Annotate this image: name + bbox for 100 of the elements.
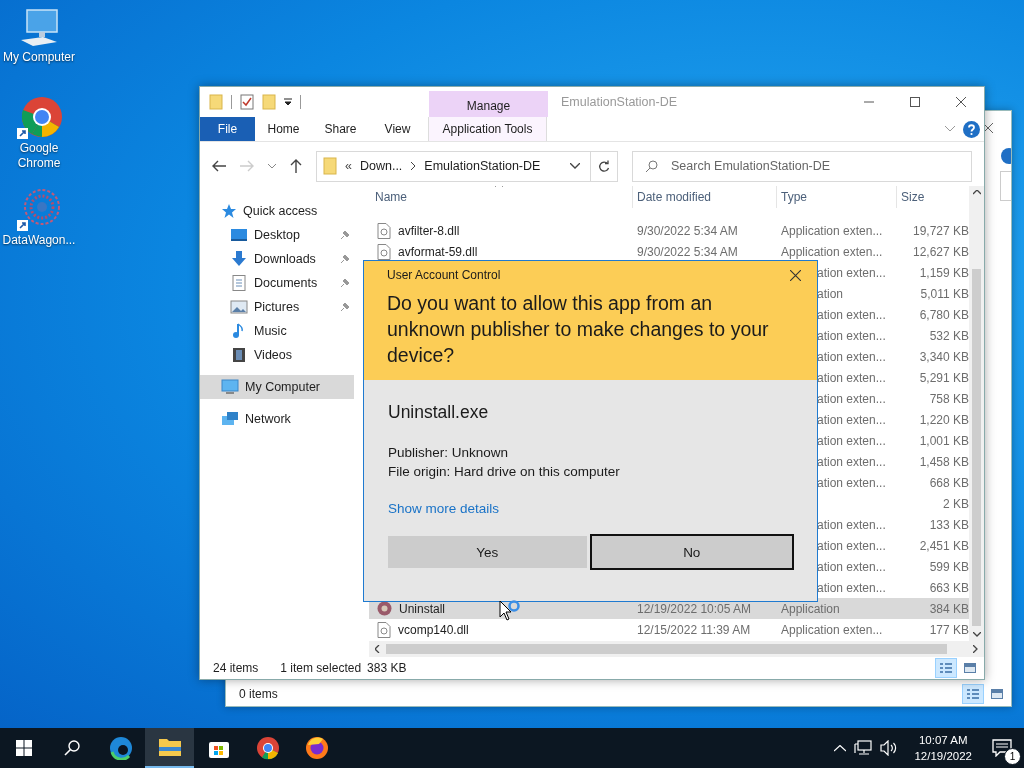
recent-caret-icon[interactable] [268, 163, 276, 169]
nav-item[interactable]: Network [200, 407, 354, 431]
column-header[interactable]: Date modified [633, 186, 777, 208]
file-name: vcomp140.dll [398, 622, 469, 637]
desktop-icon-label[interactable]: My Computer [1, 50, 77, 65]
file-type: ation exten... [817, 454, 886, 469]
app-icon [377, 601, 392, 616]
ribbon-tab[interactable]: View [369, 117, 426, 141]
file-row[interactable]: avfilter-8.dll 9/30/2022 5:34 AM Application exten... 19,727 KB [369, 220, 969, 241]
horizontal-scrollbar[interactable] [369, 641, 984, 657]
search-field[interactable] [1000, 171, 1011, 201]
chrome-icon [255, 736, 280, 760]
search-icon [645, 159, 658, 173]
taskbar-button[interactable] [145, 728, 194, 768]
help-icon[interactable] [963, 120, 980, 138]
details-view-button[interactable] [962, 684, 984, 704]
pin-icon[interactable] [340, 302, 350, 312]
address-bar[interactable]: « Down... EmulationStation-DE [316, 150, 591, 182]
column-header[interactable]: Name [371, 186, 633, 208]
nav-item[interactable]: Documents [200, 271, 354, 295]
star-icon [221, 203, 237, 219]
network-icon[interactable] [854, 740, 873, 756]
vertical-scrollbar[interactable] [969, 186, 984, 641]
file-name: Uninstall [399, 601, 446, 616]
details-link[interactable]: Show more details [388, 501, 500, 516]
no-button[interactable]: No [589, 534, 794, 570]
file-type: Application exten... [781, 244, 883, 259]
scroll-down-icon[interactable] [972, 632, 981, 637]
scroll-right-icon[interactable] [973, 645, 978, 653]
nav-item[interactable]: Pictures [200, 295, 354, 319]
up-arrow-icon[interactable] [290, 159, 302, 173]
details-view-button[interactable] [935, 658, 957, 678]
file-size: 5,011 KB [920, 286, 969, 301]
pin-icon[interactable] [340, 230, 350, 240]
expand-ribbon-icon[interactable] [945, 126, 955, 132]
ribbon-tab[interactable]: File [200, 117, 255, 141]
image-icon [990, 688, 1004, 700]
file-size: 1,001 KB [919, 433, 969, 448]
file-size: 1,458 KB [919, 454, 969, 469]
folder-icon [323, 157, 337, 175]
file-type: ation exten... [817, 307, 886, 322]
nav-item[interactable]: Desktop [200, 223, 354, 247]
file-size: 384 KB [929, 601, 969, 616]
program-detail: File origin: Hard drive on this computer [388, 463, 621, 481]
pin-icon[interactable] [340, 278, 350, 288]
list-icon [939, 662, 953, 674]
network-icon [221, 411, 239, 427]
scroll-left-icon[interactable] [375, 645, 380, 653]
clock[interactable]: 10:07 AM 12/19/2022 [906, 728, 980, 768]
desktop-icon-label[interactable]: Google Chrome [1, 141, 77, 171]
scroll-thumb[interactable] [386, 644, 947, 654]
chrome-icon[interactable] [16, 95, 62, 141]
status-text: 383 KB [367, 661, 407, 675]
pattern-icon[interactable] [16, 187, 62, 233]
close-icon[interactable] [790, 269, 801, 281]
file-row[interactable]: avformat-59.dll 9/30/2022 5:34 AM Application exten... 12,627 KB [369, 241, 969, 262]
file-size: 599 KB [929, 559, 969, 574]
windows-logo-icon [16, 740, 32, 756]
nav-item[interactable]: My Computer [200, 375, 354, 399]
help-icon[interactable] [1001, 148, 1011, 164]
desktop-icon-label[interactable]: DataWagon... [1, 233, 77, 248]
volume-icon[interactable] [880, 740, 899, 756]
ribbon-tab[interactable]: Share [312, 117, 369, 141]
image-icon [963, 662, 977, 674]
refresh-button[interactable] [591, 150, 618, 182]
search-field[interactable]: Search EmulationStation-DE [632, 150, 972, 182]
ribbon-tab[interactable]: Application Tools [428, 117, 547, 141]
ribbon-tab[interactable]: Home [255, 117, 312, 141]
file-type: Application [781, 601, 840, 616]
list-icon [966, 688, 980, 700]
show-hidden-icons-icon[interactable] [834, 744, 847, 752]
file-size: 6,780 KB [919, 307, 969, 322]
nav-item[interactable]: Quick access [200, 199, 354, 223]
file-type: ation exten... [817, 412, 886, 427]
notifications-button[interactable]: 1 [980, 728, 1024, 768]
scroll-thumb[interactable] [972, 269, 981, 626]
file-type: ation exten... [817, 475, 886, 490]
firefox-icon [304, 736, 329, 760]
pin-icon[interactable] [340, 254, 350, 264]
file-size: 133 KB [929, 517, 969, 532]
context-tab-header: Manage [429, 91, 548, 117]
file-row[interactable]: vcomp140.dll 12/15/2022 11:39 AM Application exten... 177 KB [369, 619, 969, 640]
file-name: avformat-59.dll [398, 244, 478, 259]
dialog-caption: User Account Control [387, 268, 501, 282]
nav-item[interactable]: Videos [200, 343, 354, 367]
dropdown-icon[interactable] [284, 98, 292, 106]
yes-button[interactable]: Yes [388, 536, 587, 568]
column-header[interactable]: Size [897, 186, 967, 208]
properties-icon[interactable] [240, 94, 254, 110]
file-size: 19,727 KB [912, 223, 969, 238]
nav-item[interactable]: Downloads [200, 247, 354, 271]
scroll-up-icon[interactable] [972, 190, 981, 195]
date-modified: 12/15/2022 11:39 AM [637, 622, 751, 637]
file-type: ation [817, 286, 844, 301]
back-arrow-icon[interactable] [212, 160, 226, 172]
close-icon [956, 97, 966, 107]
nav-item[interactable]: Music [200, 319, 354, 343]
file-size: 532 KB [929, 328, 969, 343]
close-icon[interactable] [983, 123, 993, 133]
column-header[interactable]: Type [777, 186, 897, 208]
